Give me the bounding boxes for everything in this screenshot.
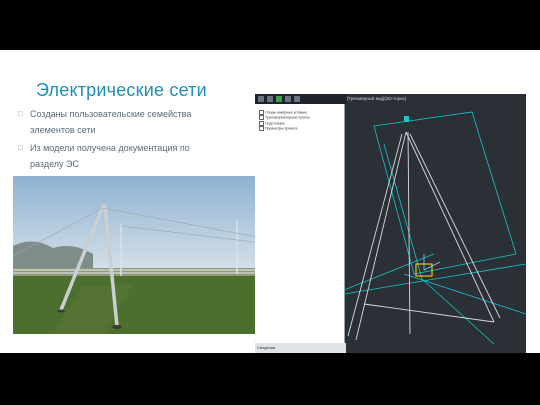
toolbar-button[interactable] (285, 96, 291, 102)
slide-title: Электрические сети (36, 80, 207, 100)
toolbar-button[interactable] (276, 96, 282, 102)
3d-viewport[interactable] (343, 104, 527, 353)
cad-toolbar (255, 94, 347, 104)
tree-item[interactable]: Параметры проекта (255, 126, 344, 132)
toolbar-button[interactable] (267, 96, 273, 102)
project-browser: Опоры анкерные угловые Трансформаторные … (255, 104, 345, 343)
bullet-icon: □ (18, 109, 23, 118)
bullet-icon: □ (18, 143, 23, 152)
toolbar-button[interactable] (258, 96, 264, 102)
bullet-item: □ Созданы пользовательские семейства эле… (18, 106, 213, 138)
toolbar-button[interactable] (294, 96, 300, 102)
pole-wireframe (343, 111, 527, 345)
bullet-text: Из модели получена документация по разде… (30, 143, 190, 169)
tree-expand-icon[interactable] (259, 115, 264, 121)
view-tab-title[interactable]: [Трёхмерный вид]{3D-торис} (345, 94, 406, 103)
bullet-text: Созданы пользовательские семейства элеме… (30, 109, 192, 135)
slide: Электрические сети □ Созданы пользовател… (0, 50, 540, 353)
tree-expand-icon[interactable] (259, 126, 264, 132)
tree-expand-icon[interactable] (259, 120, 264, 126)
tree-expand-icon[interactable] (259, 110, 264, 115)
bullet-list: □ Созданы пользовательские семейства эле… (18, 106, 213, 174)
bullet-item: □ Из модели получена документация по раз… (18, 140, 213, 172)
cad-window: [Трёхмерный вид]{3D-торис} Опоры анкерны… (255, 94, 527, 353)
properties-tab[interactable]: Сведения (255, 343, 346, 353)
pole-top-marker (404, 116, 409, 122)
